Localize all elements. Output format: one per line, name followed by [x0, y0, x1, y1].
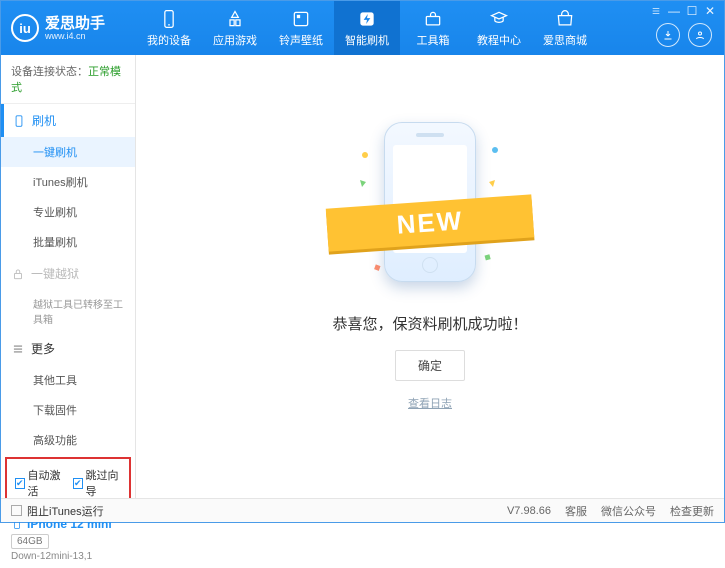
titlebar: iu 爱思助手 www.i4.cn 我的设备 应用游戏 铃声壁纸 智能刷机 工具…: [1, 1, 724, 55]
sub-advanced[interactable]: 高级功能: [1, 425, 135, 455]
wallpaper-icon: [291, 9, 311, 29]
view-log-link[interactable]: 查看日志: [408, 395, 452, 411]
sub-itunes-flash[interactable]: iTunes刷机: [1, 167, 135, 197]
download-button[interactable]: [656, 23, 680, 47]
logo-area: iu 爱思助手 www.i4.cn: [1, 1, 136, 55]
tab-device[interactable]: 我的设备: [136, 1, 202, 55]
checkbox-auto-activate[interactable]: ✔自动激活: [15, 467, 63, 499]
lock-icon: [11, 267, 25, 281]
window-close-button[interactable]: ✕: [702, 5, 718, 17]
window-maximize-button[interactable]: ☐: [684, 5, 700, 17]
main-panel: NEW 恭喜您，保资料刷机成功啦！ 确定 查看日志: [136, 55, 724, 498]
success-illustration: NEW: [345, 125, 515, 295]
success-message: 恭喜您，保资料刷机成功啦！: [332, 313, 527, 334]
apps-icon: [225, 9, 245, 29]
tab-flash[interactable]: 智能刷机: [334, 1, 400, 55]
tutorial-icon: [489, 9, 509, 29]
settings-small-icon[interactable]: [648, 5, 664, 17]
menu-icon: [11, 342, 25, 356]
tab-store[interactable]: 爱思商城: [532, 1, 598, 55]
user-button[interactable]: [688, 23, 712, 47]
flash-icon: [357, 9, 377, 29]
app-logo-icon: iu: [11, 14, 39, 42]
wechat-link[interactable]: 微信公众号: [601, 503, 656, 519]
group-jailbreak[interactable]: 一键越狱: [1, 257, 135, 290]
update-link[interactable]: 检查更新: [670, 503, 714, 519]
tab-apps[interactable]: 应用游戏: [202, 1, 268, 55]
checkbox-block-itunes[interactable]: 阻止iTunes运行: [11, 503, 104, 519]
sub-other-tools[interactable]: 其他工具: [1, 365, 135, 395]
version-label: V7.98.66: [507, 505, 551, 517]
confirm-button[interactable]: 确定: [395, 350, 465, 381]
group-more[interactable]: 更多: [1, 332, 135, 365]
nav-tabs: 我的设备 应用游戏 铃声壁纸 智能刷机 工具箱 教程中心 爱思商城: [136, 1, 642, 55]
sub-pro-flash[interactable]: 专业刷机: [1, 197, 135, 227]
toolbox-icon: [423, 9, 443, 29]
sub-batch-flash[interactable]: 批量刷机: [1, 227, 135, 257]
group-flash[interactable]: 刷机: [1, 104, 135, 137]
tab-tutorial[interactable]: 教程中心: [466, 1, 532, 55]
window-minimize-button[interactable]: —: [666, 5, 682, 17]
store-icon: [555, 9, 575, 29]
sub-oneclick-flash[interactable]: 一键刷机: [1, 137, 135, 167]
tab-ringtone[interactable]: 铃声壁纸: [268, 1, 334, 55]
phone-icon: [159, 9, 179, 29]
jailbreak-note: 越狱工具已转移至工具箱: [1, 290, 135, 332]
tab-toolbox[interactable]: 工具箱: [400, 1, 466, 55]
device-storage-badge: 64GB: [11, 534, 49, 549]
footer: 阻止iTunes运行 V7.98.66 客服 微信公众号 检查更新: [1, 498, 724, 522]
support-link[interactable]: 客服: [565, 503, 587, 519]
connection-status: 设备连接状态：正常模式: [1, 55, 135, 104]
title-right: — ☐ ✕: [642, 1, 724, 55]
device-meta: Down-12mini-13,1: [11, 551, 125, 562]
app-name: 爱思助手: [45, 16, 105, 31]
sidebar: 设备连接状态：正常模式 刷机 一键刷机 iTunes刷机 专业刷机 批量刷机 一…: [1, 55, 136, 498]
app-url: www.i4.cn: [45, 31, 105, 41]
phone-small-icon: [12, 114, 26, 128]
sub-download-firmware[interactable]: 下载固件: [1, 395, 135, 425]
checkbox-skip-guide[interactable]: ✔跳过向导: [73, 467, 121, 499]
